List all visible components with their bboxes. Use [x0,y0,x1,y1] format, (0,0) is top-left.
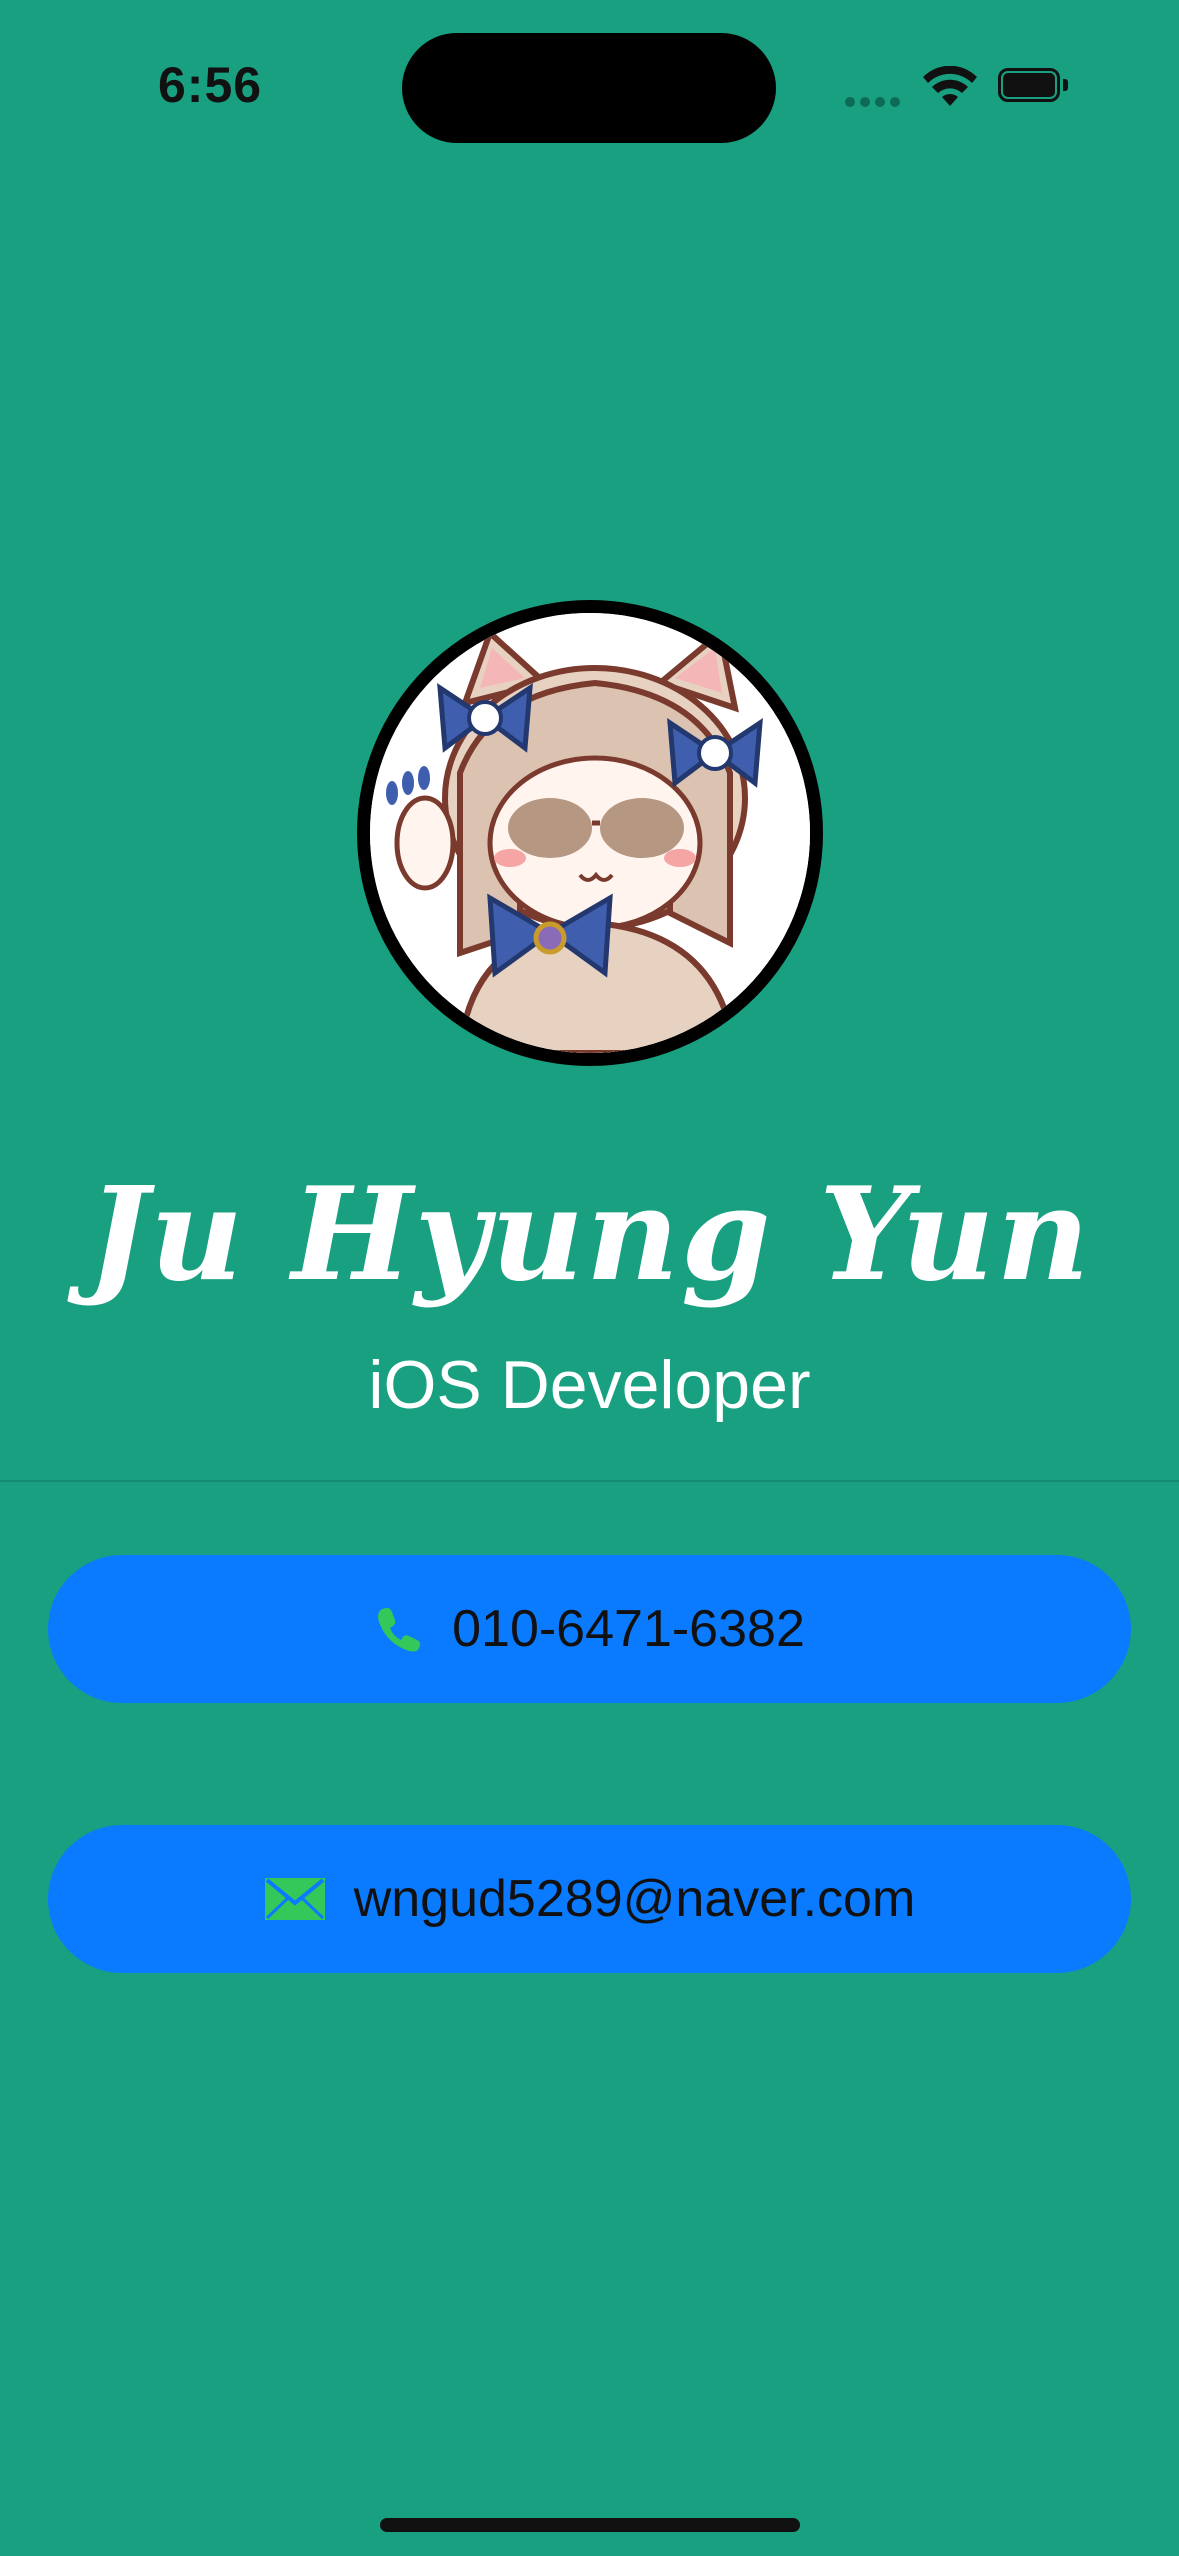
email-button[interactable]: wngud5289@naver.com [48,1825,1131,1973]
avatar-illustration-icon [370,613,810,1053]
phone-icon [374,1604,424,1654]
phone-button[interactable]: 010-6471-6382 [48,1555,1131,1703]
dynamic-island [402,33,776,143]
envelope-icon [264,1877,326,1921]
profile-avatar [357,600,823,1066]
home-indicator[interactable] [380,2518,800,2532]
status-time: 6:56 [158,57,263,113]
divider [0,1480,1179,1482]
cellular-signal-icon [845,93,905,109]
email-address: wngud5289@naver.com [353,1870,916,1928]
profile-role: iOS Developer [368,1347,811,1423]
profile-name: Ju Hyung Yun [87,1160,1092,1310]
phone-number: 010-6471-6382 [452,1600,805,1658]
battery-icon [998,68,1070,106]
wifi-icon [923,66,977,106]
